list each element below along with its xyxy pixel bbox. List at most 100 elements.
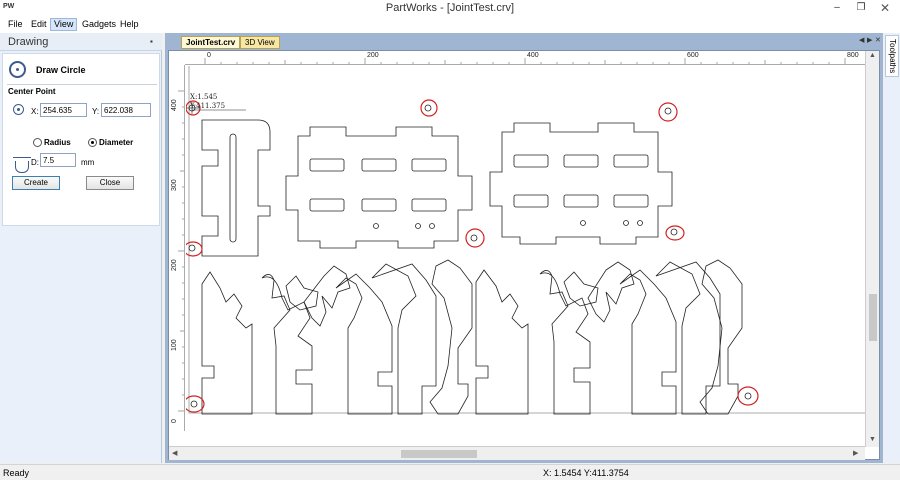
v-ruler-label: 400: [171, 99, 178, 111]
vector-joint-piece[interactable]: [563, 271, 599, 307]
tab-jointtest[interactable]: JointTest.crv: [181, 36, 241, 49]
pin-icon[interactable]: ▪: [150, 37, 153, 46]
menu-view[interactable]: View: [50, 18, 78, 31]
center-x-input[interactable]: [40, 103, 87, 117]
vector-hole[interactable]: [415, 223, 421, 229]
x-label: X:: [31, 107, 39, 116]
create-button[interactable]: Create: [12, 176, 60, 190]
vector-slot[interactable]: [411, 198, 447, 212]
h-ruler-label: 600: [687, 52, 699, 59]
vector-circle[interactable]: [744, 392, 752, 400]
red-highlight-mark: [420, 99, 438, 117]
h-ruler-label: 0: [207, 52, 211, 59]
vector-slot[interactable]: [309, 158, 345, 172]
vector-joint-piece[interactable]: [261, 274, 313, 415]
vector-joint-piece[interactable]: [475, 269, 529, 415]
h-ruler-label: 200: [367, 52, 379, 59]
close-panel-button[interactable]: Close: [86, 176, 134, 190]
center-y-input[interactable]: [101, 103, 151, 117]
vector-circle[interactable]: [670, 228, 678, 236]
tab-scroll-right-icon[interactable]: ▶: [867, 36, 872, 44]
vector-circle[interactable]: [470, 234, 478, 242]
scroll-up-icon[interactable]: ▲: [869, 52, 876, 59]
vector-joint-piece[interactable]: [201, 271, 253, 415]
vector-slot[interactable]: [563, 154, 599, 168]
vector-circle[interactable]: [664, 107, 672, 115]
draw-circle-icon: [9, 61, 26, 78]
vector-drawing[interactable]: [186, 66, 865, 431]
d-label: D:: [31, 158, 39, 167]
tool-name: Draw Circle: [36, 65, 86, 75]
status-coordinates: X: 1.5454 Y:411.3754: [543, 468, 629, 478]
document-area: JointTest.crv 3D View ◀ ▶ ✕ 0 200 400 60…: [165, 33, 883, 463]
maximize-button[interactable]: ❐: [850, 1, 872, 15]
right-dock: [884, 33, 900, 463]
tab-scroll-left-icon[interactable]: ◀: [859, 36, 864, 44]
diameter-input[interactable]: [40, 153, 76, 167]
vector-hole[interactable]: [373, 223, 379, 229]
vector-hole[interactable]: [623, 220, 629, 226]
vector-joint-piece[interactable]: [371, 263, 437, 415]
vertical-scroll-thumb[interactable]: [869, 294, 877, 341]
cursor-y-readout: Y:411.375: [190, 102, 226, 110]
vector-slot[interactable]: [513, 194, 549, 208]
tab-3d-view[interactable]: 3D View: [240, 36, 280, 49]
vector-slot[interactable]: [361, 198, 397, 212]
tab-close-icon[interactable]: ✕: [875, 36, 881, 44]
scroll-left-icon[interactable]: ◀: [172, 449, 177, 457]
vector-hole[interactable]: [637, 220, 643, 226]
toolpaths-tab[interactable]: Toolpaths: [885, 35, 899, 77]
v-ruler-ticks: [178, 90, 184, 412]
2d-view: 0 200 400 600 800 400 300 200 100 0 X:1.…: [168, 50, 880, 460]
v-ruler-label: 100: [171, 339, 178, 351]
diameter-label: Diameter: [99, 138, 134, 147]
divider: [7, 84, 157, 85]
vector-joint-piece[interactable]: [285, 275, 319, 311]
panel-header: Drawing ▪: [0, 33, 162, 51]
h-ruler-label: 400: [527, 52, 539, 59]
vector-plate-left[interactable]: [285, 126, 473, 249]
vector-slot[interactable]: [563, 194, 599, 208]
vector-slot[interactable]: [309, 198, 345, 212]
drawing-canvas[interactable]: X:1.545 Y:411.375: [186, 66, 865, 431]
horizontal-ruler: 0 200 400 600 800: [185, 51, 865, 65]
vector-joint-piece[interactable]: [539, 270, 591, 415]
vector-slot[interactable]: [613, 154, 649, 168]
close-button[interactable]: ✕: [874, 1, 896, 15]
menu-gadgets[interactable]: Gadgets: [79, 18, 119, 31]
vertical-scrollbar[interactable]: ▲ ▼: [865, 51, 879, 447]
h-ruler-label: 800: [847, 52, 859, 59]
vector-circle[interactable]: [188, 244, 196, 252]
vector-slot[interactable]: [361, 158, 397, 172]
scroll-right-icon[interactable]: ▶: [853, 449, 858, 457]
vector-slot[interactable]: [411, 158, 447, 172]
diameter-radio[interactable]: [88, 138, 97, 147]
radius-radio[interactable]: [33, 138, 42, 147]
menu-help[interactable]: Help: [117, 18, 142, 31]
menu-file[interactable]: File: [5, 18, 26, 31]
vector-circle[interactable]: [190, 400, 198, 408]
menu-bar: File Edit View Gadgets Help: [0, 17, 900, 33]
vector-joint-piece[interactable]: [655, 261, 721, 415]
material-boundary: [188, 66, 865, 414]
vector-joint-piece[interactable]: [303, 265, 351, 327]
vector-slot[interactable]: [229, 133, 237, 243]
vector-joint-piece[interactable]: [587, 261, 635, 323]
menu-edit[interactable]: Edit: [28, 18, 50, 31]
vector-plate-right[interactable]: [489, 122, 673, 245]
vector-slot[interactable]: [613, 194, 649, 208]
center-point-label: Center Point: [8, 87, 56, 96]
vector-joint-piece[interactable]: [335, 273, 393, 415]
minimize-button[interactable]: ‒: [826, 1, 848, 15]
vector-slot[interactable]: [513, 154, 549, 168]
radius-label: Radius: [44, 138, 71, 147]
horizontal-scrollbar[interactable]: ◀ ▶: [169, 446, 865, 460]
center-point-icon: [13, 104, 24, 115]
diameter-icon: [13, 157, 31, 173]
horizontal-scroll-thumb[interactable]: [401, 450, 477, 458]
vector-joint-piece[interactable]: [619, 269, 677, 415]
scroll-down-icon[interactable]: ▼: [869, 436, 876, 443]
vector-hole[interactable]: [429, 223, 435, 229]
vector-hole[interactable]: [580, 220, 586, 226]
vector-circle[interactable]: [424, 104, 432, 112]
